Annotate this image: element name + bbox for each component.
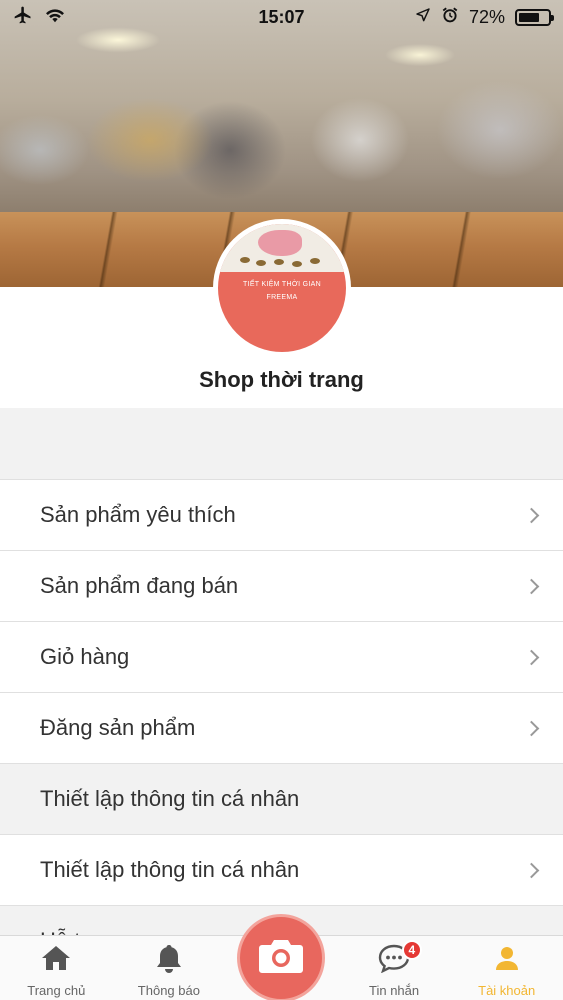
- unread-badge: 4: [401, 940, 422, 960]
- menu-item-label: Đăng sản phẩm: [40, 715, 196, 740]
- section-header-label: Thiết lập thông tin cá nhân: [40, 786, 300, 811]
- bell-icon: [152, 941, 186, 975]
- menu-item-label: Giỏ hàng: [40, 644, 130, 669]
- chevron-right-icon: [523, 862, 540, 878]
- location-icon: [415, 7, 431, 28]
- camera-button[interactable]: [237, 914, 325, 1000]
- battery-percent: 72%: [468, 6, 505, 27]
- wifi-icon: [44, 6, 66, 29]
- alarm-icon: [441, 6, 459, 29]
- tab-notifications[interactable]: Thông báo: [113, 936, 226, 1000]
- chevron-right-icon: [523, 720, 540, 736]
- shop-avatar[interactable]: TIẾT KIỆM THỜI GIAN FREEMA: [213, 219, 351, 357]
- shop-name: Shop thời trang: [199, 367, 364, 392]
- avatar-title-line2: FREEMA: [266, 294, 298, 301]
- piggy-bank-icon: [258, 230, 302, 256]
- menu-item-cart[interactable]: Giỏ hàng: [0, 621, 563, 692]
- tab-label: Trang chủ: [27, 983, 86, 998]
- status-left: [12, 5, 66, 30]
- user-icon: [490, 941, 524, 975]
- menu-item-post-product[interactable]: Đăng sản phẩm: [0, 692, 563, 763]
- tab-account[interactable]: Tài khoản: [450, 936, 563, 1000]
- menu-item-selling[interactable]: Sản phẩm đang bán: [0, 550, 563, 621]
- tab-home[interactable]: Trang chủ: [0, 936, 113, 1000]
- menu-item-favorites[interactable]: Sản phẩm yêu thích: [0, 479, 563, 550]
- tab-label: Tài khoản: [478, 983, 536, 998]
- home-icon: [39, 941, 73, 975]
- tab-label: Thông báo: [137, 983, 200, 998]
- coin-icon: [310, 258, 320, 264]
- coin-icon: [292, 261, 302, 267]
- chevron-right-icon: [523, 649, 540, 665]
- account-screen: 15:07 72% Shop thời trang TIẾT KIỆM THỜI…: [0, 0, 563, 1000]
- status-bar: 15:07 72%: [0, 0, 563, 34]
- avatar-title-line1: TIẾT KIỆM THỜI GIAN: [243, 281, 321, 288]
- menu-item-label: Sản phẩm đang bán: [40, 573, 239, 598]
- coin-icon: [256, 260, 266, 266]
- account-menu: Sản phẩm yêu thích Sản phẩm đang bán Giỏ…: [0, 479, 563, 976]
- menu-item-personal-settings[interactable]: Thiết lập thông tin cá nhân: [0, 834, 563, 905]
- tab-label: Tin nhắn: [369, 983, 420, 998]
- chevron-right-icon: [523, 507, 540, 523]
- airplane-icon: [12, 5, 34, 30]
- status-right: 72%: [415, 6, 554, 29]
- coin-icon: [274, 259, 284, 265]
- tab-messages[interactable]: 4 Tin nhắn: [338, 936, 451, 1000]
- battery-icon: [515, 8, 554, 26]
- coin-icon: [240, 257, 250, 263]
- camera-icon: [258, 937, 304, 980]
- avatar-title: TIẾT KIỆM THỜI GIAN FREEMA: [218, 278, 346, 304]
- section-header-personal-settings: Thiết lập thông tin cá nhân: [0, 763, 563, 834]
- status-time: 15:07: [258, 6, 305, 27]
- chevron-right-icon: [523, 578, 540, 594]
- battery-level-fill: [519, 12, 540, 22]
- menu-item-label: Thiết lập thông tin cá nhân: [40, 857, 300, 882]
- menu-item-label: Sản phẩm yêu thích: [40, 502, 236, 527]
